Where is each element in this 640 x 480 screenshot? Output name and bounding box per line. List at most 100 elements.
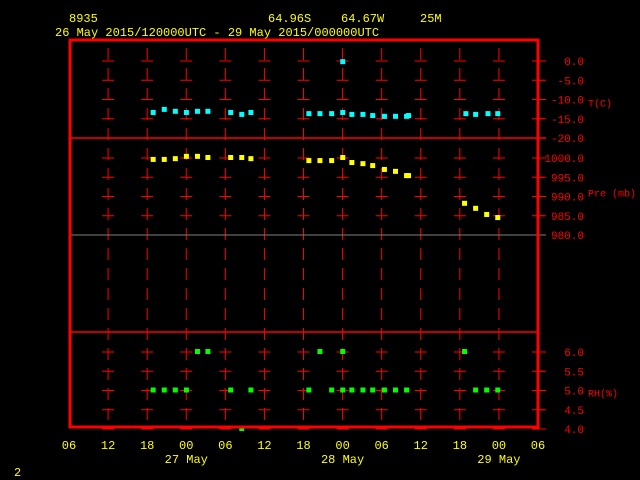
temperature-tick-label: -15.0 <box>551 115 584 127</box>
temperature-point <box>172 108 178 114</box>
x-tick-label: 00 <box>492 439 506 453</box>
x-tick-label: 12 <box>101 439 115 453</box>
temperature-point <box>392 113 398 119</box>
temperature-point <box>473 111 479 117</box>
pressure-point <box>473 205 479 211</box>
temperature-point <box>349 111 355 117</box>
rh-point <box>473 387 479 393</box>
temperature-point <box>329 111 335 117</box>
pressure-tick-label: 990.0 <box>551 193 584 205</box>
pressure-point <box>392 168 398 174</box>
rh-tick-label: 6.0 <box>564 348 584 360</box>
temperature-tick-label: -10.0 <box>551 96 584 108</box>
pressure-point <box>205 155 211 160</box>
pressure-point <box>340 155 346 160</box>
station-id: 8935 <box>69 12 98 26</box>
rh-tick-label: 4.0 <box>564 425 584 437</box>
temperature-tick-label: 0.0 <box>564 57 584 69</box>
temperature-point <box>306 111 312 117</box>
x-tick-label: 18 <box>140 439 154 453</box>
pressure-point <box>150 156 156 162</box>
rh-point <box>349 387 355 393</box>
x-tick-label: 12 <box>257 439 271 453</box>
pressure-point <box>306 158 312 164</box>
temperature-point <box>248 109 254 115</box>
rh-point <box>392 387 398 393</box>
temperature-point <box>360 111 366 117</box>
rh-point <box>340 387 346 393</box>
rh-point <box>205 349 211 354</box>
rh-point <box>228 387 234 393</box>
rh-point <box>329 387 335 393</box>
pressure-point <box>194 153 200 159</box>
pressure-point <box>484 211 490 217</box>
temperature-point <box>495 111 501 117</box>
page-number: 2 <box>14 466 21 480</box>
temperature-point <box>370 113 376 119</box>
rh-point <box>462 349 468 354</box>
pressure-point <box>349 160 355 166</box>
meteogram-chart: 8935 64.96S 64.67W 25M 26 May 2015/12000… <box>14 12 636 480</box>
x-tick-label: 06 <box>374 439 388 453</box>
rh-point <box>381 387 387 393</box>
temperature-point <box>150 109 156 115</box>
pressure-point <box>329 158 335 164</box>
latitude: 64.96S <box>268 12 311 26</box>
temperature-point <box>194 108 200 114</box>
rh-point <box>495 387 501 393</box>
temperature-point <box>485 111 491 117</box>
rh-point <box>306 387 312 393</box>
pressure-point <box>239 155 245 160</box>
x-tick-label: 00 <box>179 439 193 453</box>
time-period: 26 May 2015/120000UTC - 29 May 2015/0000… <box>55 26 379 40</box>
x-tick-label: 18 <box>453 439 467 453</box>
temperature-point <box>340 109 346 115</box>
temperature-point <box>381 113 387 119</box>
pressure-point <box>406 173 412 179</box>
pressure-point <box>317 158 323 164</box>
rh-point <box>150 387 156 393</box>
day-label: 27 May <box>165 453 208 467</box>
pressure-point <box>248 156 254 162</box>
pressure-point <box>462 200 468 206</box>
rh-axis-label: RH(%) <box>588 389 618 401</box>
x-tick-label: 06 <box>218 439 232 453</box>
pressure-point <box>495 215 501 221</box>
x-tick-label: 12 <box>414 439 428 453</box>
pressure-point <box>381 166 387 172</box>
temperature-point <box>406 113 412 119</box>
rh-point <box>172 387 178 393</box>
pressure-point <box>360 161 366 167</box>
x-tick-label: 06 <box>62 439 76 453</box>
pressure-tick-label: 995.0 <box>551 173 584 185</box>
rh-point <box>484 387 490 393</box>
rh-point <box>183 387 189 393</box>
rh-point <box>194 349 200 354</box>
pressure-point <box>370 163 376 169</box>
temperature-point <box>183 109 189 115</box>
pressure-tick-label: 980.0 <box>551 231 584 243</box>
temperature-point <box>317 111 323 117</box>
pressure-point <box>228 155 234 160</box>
temperature-point <box>228 109 234 115</box>
temperature-axis-label: T(C) <box>588 99 612 111</box>
x-tick-label: 00 <box>335 439 349 453</box>
temperature-tick-label: -20.0 <box>551 134 584 146</box>
temperature-tick-label: -5.0 <box>558 76 584 88</box>
temperature-point <box>463 111 469 117</box>
rh-point <box>317 349 323 354</box>
x-tick-label: 18 <box>296 439 310 453</box>
day-label: 28 May <box>321 453 364 467</box>
day-label: 29 May <box>477 453 520 467</box>
pressure-point <box>183 153 189 159</box>
pressure-tick-label: 1000.0 <box>544 154 584 166</box>
pressure-tick-label: 985.0 <box>551 212 584 224</box>
pressure-axis-label: Pre (mb) <box>588 189 636 201</box>
temperature-point <box>340 59 346 65</box>
rh-point <box>360 387 366 393</box>
rh-tick-label: 5.0 <box>564 387 584 399</box>
rh-point <box>370 387 376 393</box>
elevation: 25M <box>420 12 442 26</box>
pressure-point <box>161 156 167 162</box>
longitude: 64.67W <box>341 12 385 26</box>
